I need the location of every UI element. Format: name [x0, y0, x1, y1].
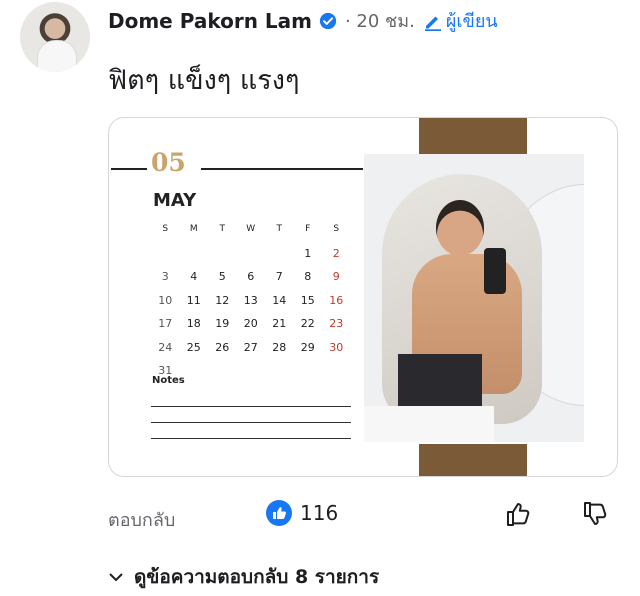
like-count: 116: [300, 501, 339, 525]
pencil-icon: [424, 16, 441, 31]
comment-text: ฟิตๆ แข็งๆ แรงๆ: [108, 65, 300, 96]
weekday-label: W: [246, 224, 256, 234]
comment-timestamp[interactable]: · 20 ชม.: [345, 6, 415, 35]
calendar-day: 18: [186, 317, 201, 330]
note-line: [151, 406, 351, 407]
calendar-day: 12: [215, 293, 230, 307]
verified-badge-icon: [319, 12, 337, 29]
weekday-label: F: [305, 224, 311, 234]
calendar-month-number: 05: [151, 148, 186, 177]
calendar-day: 20: [243, 317, 258, 330]
reaction-summary[interactable]: 116: [266, 500, 338, 526]
calendar-day: 6: [247, 270, 255, 283]
calendar-day: 15: [300, 293, 315, 307]
header-rule-right: [201, 168, 363, 170]
calendar-day: 21: [272, 317, 287, 330]
author-name[interactable]: Dome Pakorn Lam: [108, 9, 312, 33]
calendar-day: 16: [329, 293, 344, 307]
calendar-day: 1: [304, 246, 312, 260]
chevron-down-icon: [109, 573, 123, 582]
author-role-label: ผู้เขียน: [445, 11, 498, 32]
calendar-day: 11: [186, 293, 201, 307]
calendar-day: 28: [272, 340, 287, 354]
calendar-day: 7: [275, 270, 283, 283]
weekday-label: T: [219, 224, 226, 234]
photo-phone: [484, 248, 506, 294]
view-replies-button[interactable]: ดูข้อความตอบกลับ 8 รายการ: [108, 562, 379, 592]
author-avatar[interactable]: [20, 2, 90, 72]
calendar-day: [151, 242, 180, 266]
calendar-day: 22: [300, 317, 315, 330]
calendar-day: [180, 242, 209, 266]
note-line: [151, 438, 351, 439]
attached-image[interactable]: 05 MAY S M T W T F S 1 2 3 4 5 6 7 8 9 10 11 12 13 14 15 16 17 1…: [108, 117, 618, 477]
strap-top: [419, 118, 527, 154]
calendar-day: 24: [158, 340, 173, 354]
calendar-day: 19: [215, 317, 230, 330]
thumbs-down-icon[interactable]: [582, 500, 610, 528]
calendar-day: 29: [300, 340, 315, 354]
weekday-label: T: [276, 224, 283, 234]
calendar-day: 9: [332, 270, 340, 283]
calendar-day: 5: [218, 270, 226, 283]
author-badge: ผู้เขียน: [423, 6, 498, 35]
calendar-month-name: MAY: [153, 190, 197, 211]
comment-header: Dome Pakorn Lam · 20 ชม. ผู้เขียน: [108, 6, 498, 35]
calendar-day: 10: [158, 293, 173, 307]
calendar-day: 3: [161, 270, 169, 283]
photo-head: [436, 200, 484, 256]
calendar-day: [208, 359, 237, 383]
calendar-day: 17: [158, 317, 173, 330]
calendar-day: [265, 359, 294, 383]
calendar-day: 14: [272, 293, 287, 307]
calendar-day: [237, 242, 266, 266]
calendar-day: [208, 242, 237, 266]
weekday-label: S: [333, 224, 340, 234]
calendar-grid: S M T W T F S 1 2 3 4 5 6 7 8 9 10 11 12 13 14 15 16 17 18 19 20 21…: [151, 218, 351, 383]
like-reaction-icon: [266, 500, 292, 526]
calendar-day: 4: [190, 270, 198, 283]
photo-sheet: [364, 406, 494, 442]
strap-bottom: [419, 444, 527, 476]
notes-label: Notes: [152, 375, 185, 386]
weekday-label: S: [162, 224, 169, 234]
calendar-day: [294, 359, 323, 383]
calendar-day: 13: [243, 293, 258, 307]
calendar-day: 26: [215, 340, 230, 354]
weekday-label: M: [189, 224, 198, 234]
calendar-day: 2: [332, 246, 340, 260]
calendar-day: 25: [186, 340, 201, 354]
calendar-day: [265, 242, 294, 266]
calendar-day: 27: [243, 340, 258, 354]
thumbs-up-icon[interactable]: [505, 500, 533, 528]
avatar-figure: [37, 40, 77, 72]
calendar-day: 8: [304, 270, 312, 283]
note-line: [151, 422, 351, 423]
header-rule-left: [111, 168, 147, 170]
calendar-photo: [364, 154, 584, 442]
calendar-day: 23: [329, 317, 344, 330]
view-replies-label: ดูข้อความตอบกลับ 8 รายการ: [134, 566, 380, 588]
calendar-day: [237, 359, 266, 383]
calendar-day: [322, 359, 351, 383]
calendar-day: 30: [329, 340, 344, 354]
reply-button[interactable]: ตอบกลับ: [108, 505, 175, 534]
